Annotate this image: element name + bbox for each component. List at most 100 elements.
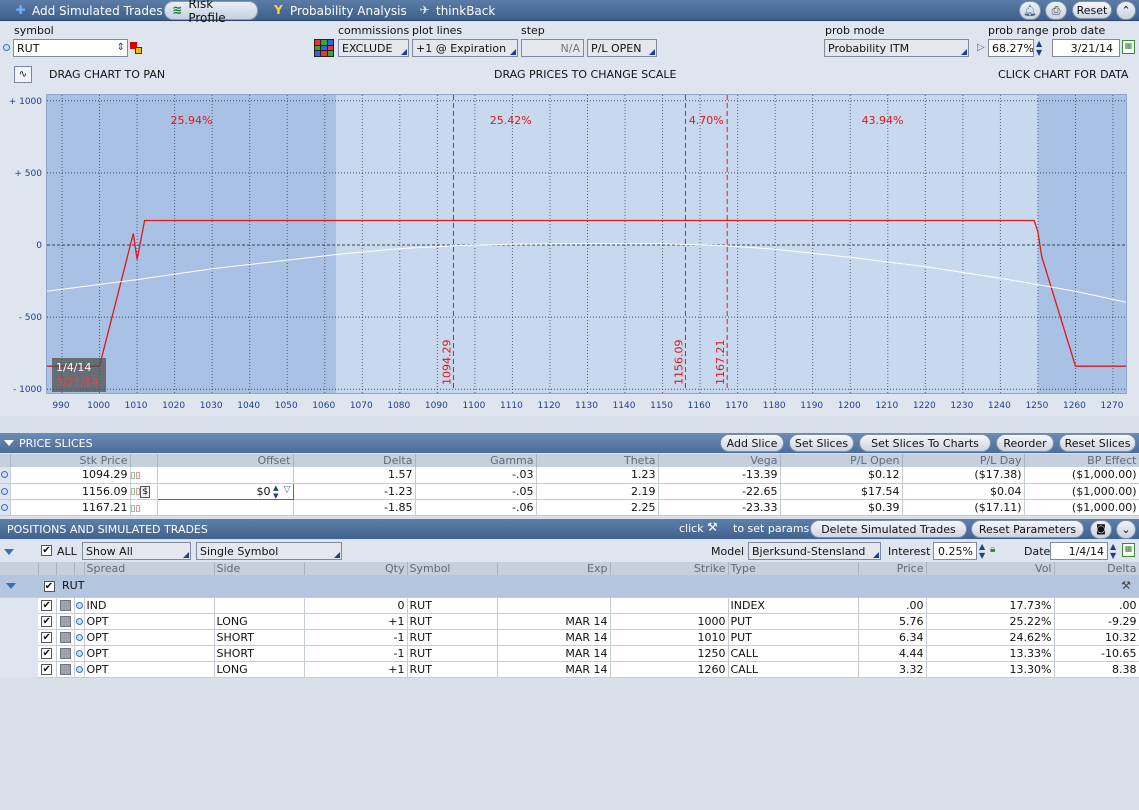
play-icon[interactable]: ▷ — [977, 42, 985, 53]
pl-mode-select[interactable]: P/L OPEN — [587, 39, 657, 57]
position-price[interactable]: 6.34 — [858, 629, 927, 646]
slice-delete-icon[interactable]: ▯ — [135, 504, 140, 514]
position-radio[interactable] — [75, 665, 83, 673]
position-vol[interactable]: 17.73% — [926, 597, 1055, 614]
symbol-radio[interactable] — [3, 44, 10, 51]
price-slice-row[interactable]: 1167.21 ▯▯ -1.85 -.06 2.25 -23.33 $0.39 … — [0, 499, 1139, 516]
position-exp[interactable] — [497, 597, 611, 614]
collapse-button[interactable]: ⌃ — [1116, 1, 1136, 20]
position-price[interactable]: .00 — [858, 597, 927, 614]
slice-radio[interactable] — [1, 471, 9, 479]
offset-cell[interactable] — [157, 499, 294, 516]
camera-button[interactable]: ◙ — [1090, 520, 1112, 539]
position-checkbox[interactable]: ✔ — [41, 632, 53, 643]
position-strike[interactable]: 1250 — [610, 645, 729, 662]
col-pl-open[interactable]: P/L Open — [780, 454, 903, 467]
offset-cell[interactable] — [157, 467, 294, 484]
position-qty[interactable]: -1 — [304, 629, 408, 646]
spinner-icon[interactable]: ▲ ▼ — [1036, 39, 1042, 57]
position-side[interactable]: SHORT — [214, 645, 305, 662]
price-slice-row[interactable]: 1094.29 ▯▯ 1.57 -.03 1.23 -13.39 $0.12 (… — [0, 467, 1139, 484]
slice-radio[interactable] — [1, 503, 9, 511]
position-checkbox[interactable]: ✔ — [41, 664, 53, 675]
expand-button[interactable]: ⌄ — [1116, 520, 1136, 539]
position-square-icon[interactable] — [59, 664, 71, 675]
position-type[interactable]: CALL — [728, 645, 859, 662]
date-calendar-icon[interactable]: ▦ — [1122, 543, 1135, 557]
chart-type-icon[interactable]: ∿ — [14, 66, 32, 83]
date-spinner-icon[interactable]: ▲ ▼ — [1110, 542, 1116, 560]
color-palette-icon[interactable] — [314, 39, 334, 57]
position-spread[interactable]: OPT — [84, 645, 215, 662]
position-spread[interactable]: OPT — [84, 629, 215, 646]
position-side[interactable]: SHORT — [214, 629, 305, 646]
position-side[interactable]: LONG — [214, 613, 305, 630]
position-strike[interactable]: 1010 — [610, 629, 729, 646]
position-type[interactable]: PUT — [728, 629, 859, 646]
prob-mode-select[interactable]: Probability ITM — [824, 39, 969, 57]
position-strike[interactable] — [610, 597, 729, 614]
group-wrench-icon[interactable]: ⚒ — [1121, 579, 1131, 592]
col-bp-effect[interactable]: BP Effect — [1024, 454, 1139, 467]
tab-risk-profile[interactable]: ≋ Risk Profile — [164, 0, 258, 25]
tab-add-simulated-trades[interactable]: ✚ Add Simulated Trades — [8, 1, 169, 20]
group-checkbox[interactable]: ✔ — [43, 580, 55, 592]
group-row-rut[interactable]: ✔ RUT ⚒ — [0, 575, 1139, 598]
col-stk-price[interactable]: Stk Price — [10, 454, 131, 467]
col-type[interactable]: Type — [728, 562, 859, 575]
col-qty[interactable]: Qty — [304, 562, 408, 575]
date-field[interactable]: 1/4/14 — [1050, 542, 1108, 560]
col-delta[interactable]: Delta — [293, 454, 416, 467]
position-square-icon[interactable] — [59, 648, 71, 659]
slice-stk-price[interactable]: 1167.21 — [10, 499, 131, 516]
position-side[interactable]: LONG — [214, 661, 305, 678]
offset-spinner-icon[interactable]: ▲ ▼ — [273, 484, 278, 498]
col-vega[interactable]: Vega — [658, 454, 781, 467]
risk-profile-chart[interactable]: 1094.29 1156.09 1167.21 25.94% 25.42% 4.70% 43… — [46, 94, 1127, 394]
position-row[interactable]: ✔ IND 0 RUT INDEX .00 17.73% .00 — [0, 597, 1139, 614]
position-square-icon[interactable] — [59, 632, 71, 643]
col-strike[interactable]: Strike — [610, 562, 729, 575]
position-vol[interactable]: 13.33% — [926, 645, 1055, 662]
position-strike[interactable]: 1000 — [610, 613, 729, 630]
y-axis[interactable]: + 1000+ 5000- 500- 1000 — [0, 86, 46, 416]
slice-stk-price[interactable]: 1094.29 — [10, 467, 131, 484]
position-strike[interactable]: 1260 — [610, 661, 729, 678]
step-field[interactable]: N/A — [521, 39, 584, 57]
group-collapse-icon[interactable] — [6, 583, 16, 590]
position-spread[interactable]: OPT — [84, 661, 215, 678]
prob-range-field[interactable]: 68.27% — [988, 39, 1034, 57]
position-checkbox[interactable]: ✔ — [41, 600, 53, 611]
col-symbol[interactable]: Symbol — [407, 562, 498, 575]
delete-simulated-trades-button[interactable]: Delete Simulated Trades — [810, 520, 967, 538]
calendar-icon[interactable]: ▦ — [1122, 40, 1135, 54]
position-side[interactable] — [214, 597, 305, 614]
slice-stk-price[interactable]: 1156.09 — [10, 483, 131, 500]
position-price[interactable]: 5.76 — [858, 613, 927, 630]
reset-button[interactable]: Reset — [1072, 1, 1112, 19]
commissions-select[interactable]: EXCLUDE — [338, 39, 409, 57]
bell-button[interactable]: 🔔︎ — [1019, 1, 1041, 20]
position-row[interactable]: ✔ OPT LONG +1 RUT MAR 14 1260 CALL 3.32 … — [0, 661, 1139, 678]
color-grid-icon[interactable] — [130, 42, 142, 54]
set-slices-button[interactable]: Set Slices — [789, 434, 854, 452]
position-square-icon[interactable] — [59, 600, 71, 611]
col-exp[interactable]: Exp — [497, 562, 611, 575]
col-spread[interactable]: Spread — [84, 562, 215, 575]
dollar-toggle[interactable]: $ — [140, 486, 151, 498]
col-theta[interactable]: Theta — [536, 454, 659, 467]
tab-probability-analysis[interactable]: Y Probability Analysis — [266, 1, 413, 20]
position-qty[interactable]: +1 — [304, 613, 408, 630]
tab-thinkback[interactable]: ✈ thinkBack — [412, 1, 501, 20]
symbol-filter-select[interactable]: Single Symbol — [196, 542, 342, 560]
slice-radio[interactable] — [1, 487, 9, 495]
position-vol[interactable]: 13.30% — [926, 661, 1055, 678]
position-vol[interactable]: 25.22% — [926, 613, 1055, 630]
filter-triangle-icon[interactable] — [4, 549, 14, 555]
interest-spinner-icon[interactable]: ▲ ▼ — [979, 542, 985, 560]
position-checkbox[interactable]: ✔ — [41, 648, 53, 659]
print-button[interactable]: ⎙ — [1045, 1, 1067, 20]
col-gamma[interactable]: Gamma — [415, 454, 537, 467]
price-slice-row[interactable]: 1156.09 ▯▯ $ $0 ▲ ▼ ▽ -1.23 -.05 2.19 -22.65… — [0, 482, 1139, 500]
position-square-icon[interactable] — [59, 616, 71, 627]
